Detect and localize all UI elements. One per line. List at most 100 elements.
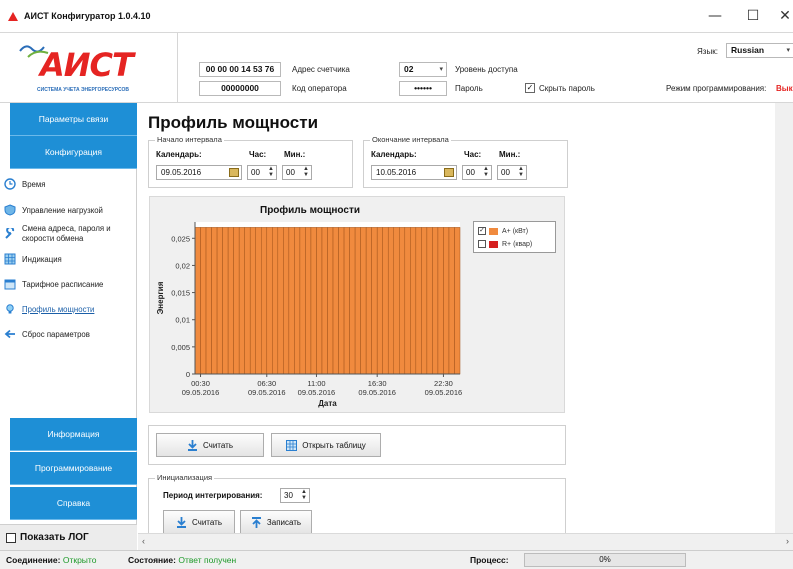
chart-bar — [371, 227, 378, 375]
chart-bar — [200, 227, 207, 375]
chart-bar — [316, 227, 323, 375]
sidebar-item-reset-params[interactable]: Сброс параметров — [4, 328, 137, 340]
show-log-toggle[interactable]: Показать ЛОГ — [0, 524, 137, 550]
chart-bar — [360, 227, 367, 375]
end-date-picker[interactable]: 10.05.2016 — [371, 165, 457, 180]
chart-bar — [233, 227, 240, 375]
sidebar-item-load-control[interactable]: Управление нагрузкой — [4, 204, 137, 216]
connection-value: Открыто — [62, 555, 97, 565]
legend-r-plus-checkbox[interactable] — [478, 240, 486, 248]
chart-bar — [382, 227, 389, 375]
maximize-button[interactable]: ☐ — [738, 4, 768, 28]
chart-bar — [310, 227, 317, 375]
calendar-icon[interactable] — [444, 168, 454, 177]
operator-code-field[interactable]: 00000000 — [199, 81, 281, 96]
legend-a-plus-checkbox[interactable]: ✓ — [478, 227, 486, 235]
scroll-left-icon[interactable]: ‹ — [142, 536, 145, 546]
horizontal-scrollbar[interactable]: ‹ › — [138, 533, 793, 550]
chart-bar — [327, 227, 334, 375]
chart-bar — [432, 227, 439, 375]
spin-arrows-icon[interactable]: ▲ ▼ — [483, 166, 489, 178]
chart-bar — [365, 227, 372, 375]
sidebar-item-tariff[interactable]: Тарифное расписание — [4, 278, 137, 290]
sidebar-item-change-address[interactable]: Смена адреса, пароля и скорости обмена — [4, 224, 137, 244]
chevron-down-icon: ▾ — [439, 66, 443, 73]
end-min-stepper[interactable]: 00 ▲ ▼ — [497, 165, 527, 180]
vertical-scrollbar[interactable] — [775, 103, 793, 533]
chart-bar — [399, 227, 406, 375]
title-bar: АИСТ Конфигуратор 1.0.4.10 — ☐ ✕ — [0, 0, 793, 33]
calendar-icon[interactable] — [229, 168, 239, 177]
show-log-checkbox[interactable] — [6, 532, 16, 543]
chart-bar — [205, 227, 212, 375]
progress-bar: 0% — [524, 553, 686, 567]
meter-address-field[interactable]: 00 00 00 14 53 76 — [199, 62, 281, 77]
start-min-label: Мин.: — [284, 150, 306, 159]
sidebar-button-help[interactable]: Справка — [10, 487, 137, 520]
sidebar: Параметры связи Конфигурация Время Управ… — [0, 103, 137, 550]
chart-bar — [349, 227, 356, 375]
close-button[interactable]: ✕ — [770, 4, 793, 28]
minimize-button[interactable]: — — [700, 4, 730, 28]
y-tick-label: 0,025 — [171, 234, 190, 243]
init-write-button[interactable]: Записать — [240, 510, 312, 534]
y-tick-label: 0,02 — [175, 261, 190, 270]
spin-arrows-icon[interactable]: ▲ ▼ — [301, 489, 307, 501]
chart-bar — [222, 227, 229, 375]
logo: АИСТ СИСТЕМА УЧЕТА ЭНЕРГОРЕСУРСОВ — [0, 33, 178, 103]
spin-arrows-icon[interactable]: ▲ ▼ — [268, 166, 274, 178]
chart-bar — [454, 227, 461, 375]
chart-bar — [404, 227, 411, 375]
shield-icon — [4, 204, 16, 216]
sidebar-button-configuration[interactable]: Конфигурация — [10, 136, 137, 169]
chart-bar — [194, 227, 201, 375]
scroll-right-icon[interactable]: › — [786, 536, 789, 546]
language-label: Язык: — [697, 47, 718, 56]
chevron-down-icon: ▾ — [786, 47, 790, 54]
init-read-button[interactable]: Считать — [163, 510, 235, 534]
language-select[interactable]: Russian ▾ — [726, 43, 793, 58]
upload-arrow-icon — [251, 516, 261, 528]
y-axis-label: Энергия — [156, 281, 165, 314]
chart-bar — [283, 227, 290, 375]
legend-item-r-plus[interactable]: R+ (квар) — [478, 240, 532, 248]
meter-address-label: Адрес счетчика — [292, 65, 350, 74]
chart-bar — [244, 227, 251, 375]
password-field[interactable]: •••••• — [399, 81, 447, 96]
process-label: Процесс: — [470, 555, 509, 565]
end-min-label: Мин.: — [499, 150, 521, 159]
sidebar-item-time[interactable]: Время — [4, 178, 137, 190]
chart-bar — [415, 227, 422, 375]
legend-item-a-plus[interactable]: ✓ A+ (кВт) — [478, 227, 528, 235]
chart-bar — [261, 227, 268, 375]
chart-bar — [354, 227, 361, 375]
sidebar-item-indication[interactable]: Индикация — [4, 253, 137, 265]
chart-bar — [305, 227, 312, 375]
spin-arrows-icon[interactable]: ▲ ▼ — [303, 166, 309, 178]
header: АИСТ СИСТЕМА УЧЕТА ЭНЕРГОРЕСУРСОВ 00 00 … — [0, 33, 793, 103]
start-hour-stepper[interactable]: 00 ▲ ▼ — [247, 165, 277, 180]
start-min-stepper[interactable]: 00 ▲ ▼ — [282, 165, 312, 180]
chart-bar — [255, 227, 262, 375]
access-level-label: Уровень доступа — [455, 65, 518, 74]
spin-arrows-icon[interactable]: ▲ ▼ — [518, 166, 524, 178]
sidebar-button-connection[interactable]: Параметры связи — [10, 103, 137, 136]
sidebar-item-power-profile[interactable]: Профиль мощности — [4, 303, 137, 315]
sidebar-button-programming[interactable]: Программирование — [10, 452, 137, 485]
start-date-picker[interactable]: 09.05.2016 — [156, 165, 242, 180]
period-stepper[interactable]: 30 ▲ ▼ — [280, 488, 310, 503]
x-axis-label: Дата — [318, 399, 337, 408]
end-hour-stepper[interactable]: 00 ▲ ▼ — [462, 165, 492, 180]
chart-bar — [238, 227, 245, 375]
sidebar-button-information[interactable]: Информация — [10, 418, 137, 451]
read-button[interactable]: Считать — [156, 433, 264, 457]
logo-subtitle: СИСТЕМА УЧЕТА ЭНЕРГОРЕСУРСОВ — [37, 87, 129, 93]
hide-password-checkbox[interactable]: ✓ — [525, 83, 535, 93]
chart-bar — [443, 227, 450, 375]
programming-mode-value: Вык — [776, 84, 793, 93]
start-interval-group: Начало интервала Календарь: Час: Мин.: 0… — [148, 135, 353, 188]
open-table-button[interactable]: Открыть таблицу — [271, 433, 381, 457]
x-tick-label-date: 09.05.2016 — [248, 388, 286, 397]
access-level-select[interactable]: 02 ▾ — [399, 62, 447, 77]
x-tick-label-time: 00:30 — [191, 379, 210, 388]
